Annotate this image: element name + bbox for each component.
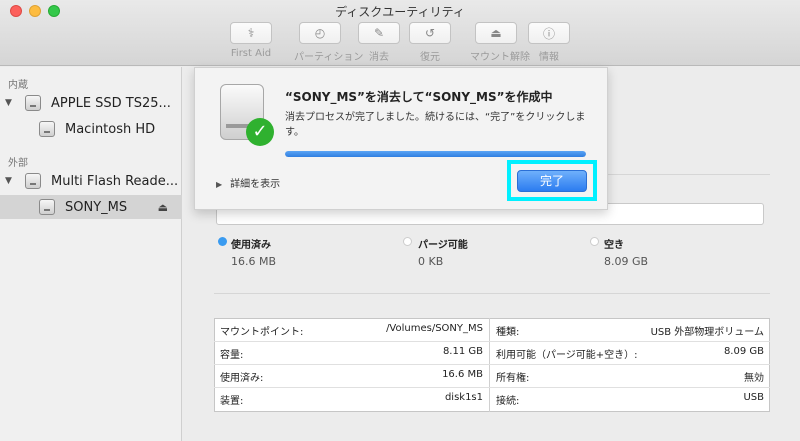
toolbar-label: マウント解除: [470, 52, 530, 63]
info-row-available: 利用可能（パージ可能+空き）: 8.09 GB: [490, 341, 770, 364]
details-label: 詳細を表示: [230, 179, 281, 190]
volume-icon: [39, 199, 55, 215]
unmount-icon: ⏏: [490, 26, 502, 40]
free-label: 空き: [604, 240, 624, 251]
sidebar-item-apple-ssd[interactable]: ▼ APPLE SSD TS25...: [0, 91, 182, 115]
toolbar-label: First Aid: [230, 48, 272, 59]
info-key: 利用可能（パージ可能+空き）:: [496, 350, 638, 361]
unmount-button[interactable]: ⏏ マウント解除: [470, 22, 530, 63]
sidebar-item-macintosh-hd[interactable]: Macintosh HD: [0, 117, 182, 141]
section-external: 外部: [8, 158, 28, 169]
show-details-toggle[interactable]: ▶ 詳細を表示: [216, 175, 280, 190]
info-icon: ⓘ: [542, 26, 555, 41]
erase-progress-fill: [285, 151, 586, 157]
info-key: 使用済み:: [220, 373, 264, 384]
sheet-message: 消去プロセスが完了しました。続けるには、“完了”をクリックします。: [285, 112, 586, 138]
used-value: 16.6 MB: [231, 255, 277, 268]
sidebar-item-label: APPLE SSD TS25...: [51, 95, 171, 111]
sidebar-item-label: SONY_MS: [65, 199, 128, 215]
info-value: USB: [743, 392, 764, 403]
sidebar-item-sony-ms[interactable]: SONY_MS ⏏: [0, 195, 182, 219]
info-value: /Volumes/SONY_MS: [386, 323, 483, 334]
window-title: ディスクユーティリティ: [335, 5, 465, 19]
section-internal: 内蔵: [8, 80, 28, 91]
restore-button[interactable]: ↺ 復元: [409, 22, 451, 63]
info-value: 16.6 MB: [442, 369, 483, 380]
info-row-mount-point: マウントポイント: /Volumes/SONY_MS: [214, 318, 489, 341]
free-color-dot: [590, 237, 599, 246]
info-value: 無効: [744, 373, 764, 384]
eject-icon[interactable]: ⏏: [158, 201, 168, 214]
done-button[interactable]: 完了: [517, 170, 587, 192]
sheet-title: “SONY_MS”を消去して“SONY_MS”を作成中: [285, 90, 553, 104]
disclosure-triangle-icon[interactable]: ▼: [5, 98, 12, 108]
info-key: 容量:: [220, 350, 244, 361]
toolbar-label: 復元: [420, 52, 440, 63]
erase-progress-bar: [285, 151, 586, 157]
volume-icon: [39, 121, 55, 137]
info-row-capacity: 容量: 8.11 GB: [214, 341, 489, 364]
toolbar-label: パーティション: [294, 52, 364, 63]
info-row-ownership: 所有権: 無効: [490, 364, 770, 387]
info-button[interactable]: ⓘ 情報: [528, 22, 570, 63]
purgeable-label: パージ可能: [418, 240, 468, 251]
info-row-device: 装置: disk1s1: [214, 387, 489, 410]
free-value: 8.09 GB: [604, 255, 649, 268]
sidebar-item-label: Macintosh HD: [65, 121, 156, 137]
used-color-dot: [218, 237, 227, 246]
disk-check-icon: ✓: [218, 84, 274, 146]
disclosure-triangle-icon[interactable]: ▶: [216, 180, 222, 189]
info-row-connection: 接続: USB: [490, 387, 770, 410]
info-value: disk1s1: [444, 392, 483, 403]
erase-icon: ✎: [373, 26, 385, 40]
partition-button[interactable]: ◴ パーティション: [294, 22, 364, 63]
title-bar: ディスクユーティリティ ⚕ First Aid ◴ パーティション ✎ 消去 ↺…: [0, 0, 800, 66]
toolbar-label: 消去: [369, 52, 389, 63]
info-value: USB 外部物理ボリューム: [650, 327, 764, 338]
sidebar-item-label: Multi Flash Reade...: [51, 173, 179, 189]
sidebar-item-flash-reader[interactable]: ▼ Multi Flash Reade...: [0, 169, 182, 193]
erase-button[interactable]: ✎ 消去: [358, 22, 400, 63]
divider: [214, 293, 770, 294]
partition-icon: ◴: [314, 26, 326, 40]
used-label: 使用済み: [231, 240, 271, 251]
purgeable-value: 0 KB: [418, 255, 444, 268]
info-row-type: 種類: USB 外部物理ボリューム: [490, 318, 770, 341]
toolbar-label: 情報: [539, 52, 559, 63]
info-value: 8.09 GB: [723, 346, 764, 357]
info-key: 種類:: [496, 327, 520, 338]
info-key: マウントポイント:: [220, 327, 304, 338]
info-key: 装置:: [220, 396, 244, 407]
purgeable-color-dot: [403, 237, 412, 246]
info-key: 接続:: [496, 396, 520, 407]
disclosure-triangle-icon[interactable]: ▼: [5, 176, 12, 186]
first-aid-button[interactable]: ⚕ First Aid: [230, 22, 272, 59]
sidebar: 内蔵 ▼ APPLE SSD TS25... Macintosh HD 外部 ▼…: [0, 67, 182, 441]
internal-disk-icon: [25, 95, 41, 111]
info-key: 所有権:: [496, 373, 530, 384]
info-row-used: 使用済み: 16.6 MB: [214, 364, 489, 387]
info-value: 8.11 GB: [442, 346, 483, 357]
stethoscope-icon: ⚕: [247, 26, 255, 40]
restore-icon: ↺: [424, 26, 436, 40]
checkmark-icon: ✓: [246, 118, 274, 146]
external-disk-icon: [25, 173, 41, 189]
